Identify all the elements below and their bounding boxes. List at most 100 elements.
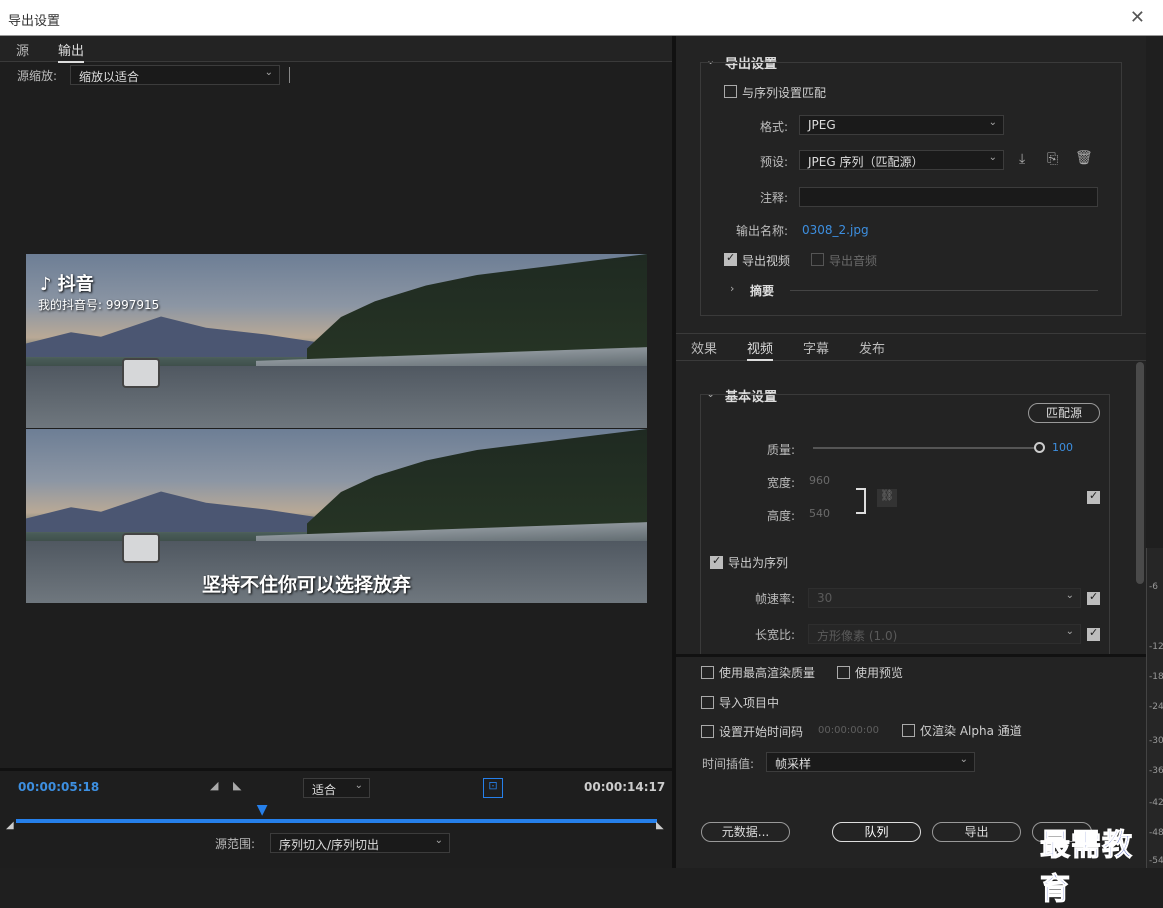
- settings-scrollbar[interactable]: [1136, 362, 1144, 584]
- window-title: 导出设置: [8, 14, 61, 29]
- tab-captions[interactable]: 字幕: [803, 338, 829, 357]
- chevron-down-icon: ⌄: [959, 754, 968, 765]
- ruler-tick: -24: [1149, 702, 1163, 712]
- width-label: 宽度:: [766, 476, 795, 490]
- height-label: 高度:: [766, 509, 795, 523]
- import-project-label: 导入项目中: [719, 696, 780, 710]
- fit-select[interactable]: 适合 ⌄: [303, 778, 370, 798]
- tab-output[interactable]: 输出: [58, 40, 85, 63]
- aspect-correction-icon[interactable]: ⊡: [483, 778, 503, 798]
- close-icon[interactable]: ✕: [1130, 7, 1145, 28]
- playhead-icon[interactable]: ▼: [257, 802, 268, 818]
- mark-in-icon[interactable]: ◢: [210, 779, 218, 792]
- in-point-icon[interactable]: ◢: [6, 820, 14, 831]
- delete-preset-icon[interactable]: 🗑: [1075, 150, 1093, 166]
- ruler-tick: -30: [1149, 736, 1163, 746]
- queue-button[interactable]: 队列: [832, 822, 921, 842]
- export-button[interactable]: 导出: [932, 822, 1021, 842]
- tab-effects[interactable]: 效果: [691, 338, 717, 357]
- source-range-select[interactable]: 序列切入/序列切出 ⌄: [270, 833, 450, 853]
- chevron-down-icon: ⌄: [1065, 590, 1074, 601]
- ruler-tick: -6: [1149, 582, 1158, 592]
- framerate-label: 帧速率:: [754, 592, 795, 606]
- height-value[interactable]: 540: [809, 507, 830, 520]
- export-video-checkbox[interactable]: [724, 251, 737, 266]
- match-source-button[interactable]: 匹配源: [1028, 403, 1100, 423]
- ruler-tick: -42: [1149, 798, 1163, 808]
- link-bracket: [856, 488, 866, 514]
- quality-slider-knob[interactable]: [1034, 442, 1045, 453]
- import-preset-icon[interactable]: ⎘: [1047, 151, 1058, 167]
- source-output-tabs: 源 输出: [0, 36, 672, 63]
- summary-label[interactable]: 摘要: [750, 282, 774, 299]
- start-timecode-value[interactable]: 00:00:00:00: [818, 725, 879, 736]
- source-range-label: 源范围:: [215, 837, 256, 851]
- output-name-label: 输出名称:: [735, 224, 788, 238]
- basic-settings-box: [700, 394, 1110, 654]
- max-render-quality-checkbox[interactable]: [701, 666, 714, 679]
- tab-publish[interactable]: 发布: [859, 338, 885, 357]
- export-sequence-label: 导出为序列: [728, 556, 789, 570]
- tab-source[interactable]: 源: [16, 40, 29, 59]
- aspect-override-checkbox[interactable]: [1087, 626, 1100, 641]
- aspect-select[interactable]: 方形像素 (1.0) ⌄: [808, 624, 1081, 644]
- use-preview-label: 使用预览: [855, 666, 904, 680]
- match-sequence-label: 与序列设置匹配: [742, 86, 827, 100]
- chevron-down-icon: ⌄: [434, 835, 443, 846]
- width-value[interactable]: 960: [809, 474, 830, 487]
- framerate-select[interactable]: 30 ⌄: [808, 588, 1081, 608]
- subtitle-text: 坚持不住你可以选择放弃: [202, 574, 412, 596]
- chevron-down-icon: ⌄: [1065, 626, 1074, 637]
- chevron-down-icon: ⌄: [354, 780, 363, 791]
- export-video-label: 导出视频: [742, 254, 791, 268]
- alpha-only-label: 仅渲染 Alpha 通道: [920, 724, 1022, 738]
- save-preset-icon[interactable]: ⤓: [1019, 151, 1025, 167]
- tab-video[interactable]: 视频: [747, 338, 774, 361]
- import-project-checkbox[interactable]: [701, 696, 714, 709]
- time-interpolation-select[interactable]: 帧采样 ⌄: [766, 752, 975, 772]
- chevron-down-icon: ⌄: [264, 67, 273, 78]
- end-timecode: 00:00:14:17: [584, 780, 666, 794]
- mark-out-icon[interactable]: ◣: [233, 779, 241, 792]
- timeline-scrubber[interactable]: [16, 819, 657, 823]
- use-preview-checkbox[interactable]: [837, 666, 850, 679]
- summary-divider: [790, 290, 1098, 291]
- time-interpolation-label: 时间插值:: [702, 757, 755, 771]
- settings-tabs: 效果 视频 字幕 发布: [676, 333, 1146, 361]
- chevron-down-icon: ⌄: [988, 152, 997, 163]
- preset-label: 预设:: [759, 155, 788, 169]
- format-label: 格式:: [759, 120, 788, 134]
- ruler-tick: -18: [1149, 672, 1163, 682]
- quality-value[interactable]: 100: [1052, 441, 1073, 454]
- video-preview: ♪ 抖音 我的抖音号: 9997915 坚持不住你可以选择放弃: [26, 254, 647, 603]
- chevron-right-icon[interactable]: ›: [730, 282, 734, 295]
- comment-input[interactable]: [799, 187, 1098, 207]
- link-icon[interactable]: ⛓: [877, 489, 897, 507]
- export-audio-label: 导出音频: [829, 254, 878, 268]
- export-audio-checkbox[interactable]: [811, 253, 824, 266]
- alpha-only-checkbox[interactable]: [902, 724, 915, 737]
- ruler-tick: -36: [1149, 766, 1163, 776]
- export-sequence-checkbox[interactable]: [710, 554, 723, 569]
- set-start-timecode-label: 设置开始时间码: [719, 725, 804, 739]
- comment-label: 注释:: [759, 191, 788, 205]
- ruler-tick: -12: [1149, 642, 1163, 652]
- out-point-icon[interactable]: ◣: [656, 820, 664, 831]
- format-select[interactable]: JPEG ⌄: [799, 115, 1004, 135]
- quality-slider-track[interactable]: [813, 447, 1038, 449]
- video-frame-top: [26, 254, 647, 428]
- match-sequence-checkbox[interactable]: [724, 85, 737, 98]
- source-scale-label: 源缩放:: [17, 69, 58, 83]
- tiktok-logo: ♪ 抖音: [40, 274, 94, 295]
- set-start-timecode-checkbox[interactable]: [701, 725, 714, 738]
- framerate-override-checkbox[interactable]: [1087, 590, 1100, 605]
- current-timecode[interactable]: 00:00:05:18: [18, 780, 99, 794]
- metadata-button[interactable]: 元数据...: [701, 822, 790, 842]
- source-scale-select[interactable]: 缩放以适合 ⌄: [70, 65, 280, 85]
- preset-select[interactable]: JPEG 序列（匹配源） ⌄: [799, 150, 1004, 170]
- output-name-link[interactable]: 0308_2.jpg: [802, 223, 869, 237]
- aspect-label: 长宽比:: [754, 628, 795, 642]
- account-text: 我的抖音号: 9997915: [38, 298, 160, 312]
- divider: [289, 67, 290, 83]
- dimensions-override-checkbox[interactable]: [1087, 489, 1100, 504]
